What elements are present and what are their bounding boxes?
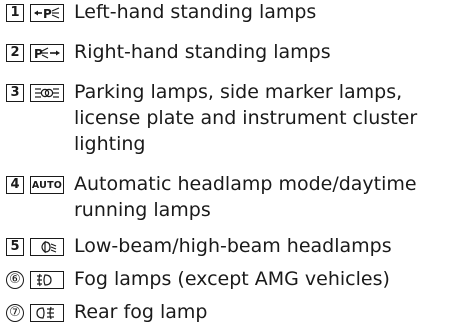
right-standing-lamps-icon: P — [30, 44, 64, 62]
item-description-5: Low-beam/high-beam headlamps — [74, 235, 392, 257]
left-standing-lamps-icon: P — [30, 4, 64, 22]
item-number-4: 4 — [6, 176, 24, 194]
item-description-4: Automatic headlamp mode/daytime running … — [74, 173, 417, 221]
svg-text:P: P — [43, 7, 52, 20]
parking-lamps-icon — [30, 84, 64, 102]
item-number-1: 1 — [6, 4, 24, 22]
low-beam-icon — [30, 238, 64, 256]
auto-label: AUTO — [31, 179, 63, 191]
item-number-2: 2 — [6, 44, 24, 62]
fog-lamps-icon — [30, 271, 64, 289]
item-description-7: Rear fog lamp — [74, 301, 208, 323]
item-number-3: 3 — [6, 84, 24, 102]
item-number-6: ⑥ — [6, 271, 24, 289]
item-description-1: Left-hand standing lamps — [74, 1, 317, 23]
item-description-6: Fog lamps (except AMG vehicles) — [74, 268, 390, 290]
svg-text:P: P — [34, 47, 43, 60]
item-number-7: ⑦ — [6, 304, 24, 322]
item-description-3: Parking lamps, side marker lamps, licens… — [74, 81, 418, 155]
auto-headlamp-icon: AUTO — [30, 176, 64, 194]
item-number-5: 5 — [6, 238, 24, 256]
item-description-2: Right-hand standing lamps — [74, 41, 331, 63]
rear-fog-lamp-icon — [30, 304, 64, 322]
